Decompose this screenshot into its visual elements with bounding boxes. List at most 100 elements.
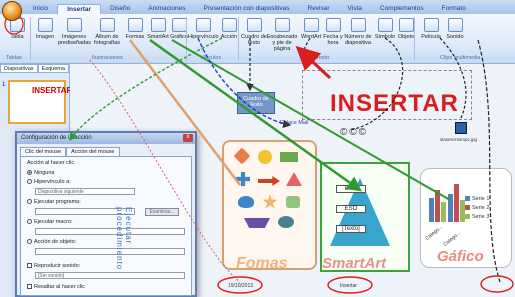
- header-footer-button[interactable]: Encabezado y pie de página: [266, 18, 298, 52]
- image-icon: [37, 18, 53, 32]
- star-icon: [221, 18, 237, 32]
- section-label: Acción al hacer clic: [27, 160, 75, 166]
- picture[interactable]: [455, 122, 467, 134]
- vertical-annotation: Ejecutar procedimiento: [115, 207, 133, 271]
- shapes-label: Fomas: [236, 255, 288, 272]
- tab-diapositivas[interactable]: Diapositivas: [0, 64, 38, 73]
- option-run-macro[interactable]: Ejecutar macro:: [27, 219, 73, 225]
- film-icon: [423, 18, 439, 32]
- action-settings-dialog: Configuración de la acción x Clic del mo…: [15, 131, 197, 297]
- hash-icon: [350, 18, 366, 32]
- group-tablas: Tablas: [6, 55, 22, 61]
- hyperlink-button[interactable]: Hipervínculo: [188, 18, 219, 40]
- smartart-icon: [150, 18, 166, 32]
- picture-caption: slasetcmnimpc.jpg: [440, 137, 478, 142]
- chart-label: Gáfico: [437, 248, 484, 265]
- tab-esquema[interactable]: Esquema: [37, 64, 69, 73]
- photo-album-icon: [99, 18, 115, 32]
- pyramid-label-1: BTO: [336, 185, 366, 193]
- sound-select[interactable]: [Sin sonido]: [35, 272, 185, 279]
- separator: [186, 17, 187, 61]
- option-hyperlink[interactable]: Hipervínculo a:: [27, 179, 71, 185]
- highlight-checkbox[interactable]: Resaltar al hacer clic: [27, 284, 85, 290]
- bar: [429, 198, 434, 222]
- radio-icon: [27, 179, 32, 185]
- bar: [441, 202, 446, 222]
- dialog-title: Configuración de la acción: [17, 133, 195, 144]
- cloud-shape: [238, 196, 254, 208]
- hyperlink-select[interactable]: Diapositiva siguiente: [35, 188, 135, 195]
- legend-item: Serie 2: [465, 204, 489, 213]
- chart-legend: Serie 1 Serie 2 Serie 3: [465, 195, 489, 222]
- rect-shape: [280, 152, 298, 162]
- browse-button[interactable]: Examinar...: [145, 208, 179, 216]
- image-button[interactable]: Imagen: [32, 18, 58, 40]
- tab-mouse-over[interactable]: Acción del mouse: [66, 147, 120, 156]
- shapes-icon: [127, 18, 143, 32]
- radio-icon: [27, 199, 32, 205]
- object-action-select[interactable]: [35, 248, 185, 255]
- dialog-body: Acción al hacer clic Ninguna Hipervíncul…: [20, 156, 192, 296]
- legend-swatch: [465, 205, 470, 211]
- rounded-rect-shape: [286, 196, 300, 208]
- clipart-button[interactable]: Imágenes prediseñadas: [58, 18, 91, 46]
- calendar-icon: [325, 18, 341, 32]
- legend-swatch: [465, 196, 470, 202]
- pyramid-label-2: ESO: [336, 205, 366, 213]
- bar: [435, 190, 440, 222]
- pyramid-label-3: [Texto]: [336, 225, 366, 233]
- chart-icon: [171, 18, 187, 32]
- clipart-icon: [66, 18, 82, 32]
- footer-date: 19/10/2013: [228, 283, 254, 289]
- movie-button[interactable]: Película: [418, 18, 444, 40]
- object-icon: [398, 18, 414, 32]
- radio-icon: [27, 219, 32, 225]
- circle-shape: [258, 150, 272, 164]
- omega-icon: [377, 18, 393, 32]
- tab-mouse-click[interactable]: Clic del mouse: [20, 147, 67, 156]
- textbox-button[interactable]: Cuadro de texto: [241, 18, 267, 46]
- dialog-tabs: Clic del mouse Acción del mouse: [20, 147, 192, 156]
- header-footer-icon: [274, 18, 290, 32]
- option-run-program[interactable]: Ejecutar programa:: [27, 199, 81, 205]
- slide-title[interactable]: INSERTAR: [330, 90, 459, 118]
- play-sound-checkbox[interactable]: Reproducir sonido:: [27, 263, 80, 269]
- checkbox-icon: [27, 263, 32, 269]
- radio-icon: [27, 239, 32, 245]
- thumbnail-title: INSERTAR: [32, 86, 73, 95]
- close-button[interactable]: x: [183, 134, 193, 142]
- photo-album-button[interactable]: Álbum de fotografías: [92, 18, 122, 46]
- option-none[interactable]: Ninguna: [27, 170, 55, 176]
- footer-text: Insertar: [340, 283, 357, 289]
- group-clips: Clips multimedia: [440, 55, 481, 61]
- copyright-text: ©©©: [340, 127, 369, 138]
- slide-number: 1: [2, 82, 6, 88]
- separator: [414, 17, 415, 61]
- separator: [238, 17, 239, 61]
- wordart-icon: [303, 18, 319, 32]
- mail-link[interactable]: Enlace Mail: [280, 120, 308, 126]
- table-button[interactable]: Tabla: [4, 18, 30, 40]
- slide-thumbnail[interactable]: INSERTAR: [8, 80, 72, 124]
- bar: [454, 184, 459, 222]
- group-vinculos: Vínculos: [200, 55, 222, 61]
- textbox-shape[interactable]: Cuadro de Texto: [237, 92, 275, 114]
- textbox-icon: [246, 18, 262, 32]
- speaker-icon: [447, 18, 463, 32]
- object-button[interactable]: Objeto: [393, 18, 419, 40]
- pane-tabs: Diapositivas Esquema: [0, 64, 69, 73]
- chart-bars: [429, 184, 465, 222]
- globe-icon: [195, 18, 211, 32]
- legend-item: Serie 3: [465, 213, 489, 222]
- sound-button[interactable]: Sonido: [442, 18, 468, 40]
- slide-number-button[interactable]: Número de diapositiva: [343, 18, 373, 46]
- bar: [448, 194, 453, 222]
- group-ilustraciones: Ilustraciones: [92, 55, 123, 61]
- radio-icon: [27, 170, 32, 176]
- option-object-action[interactable]: Acción de objeto:: [27, 239, 76, 245]
- smartart-label: SmartArt: [322, 255, 387, 272]
- office-button[interactable]: [2, 1, 22, 21]
- macro-select[interactable]: [35, 228, 185, 235]
- legend-item: Serie 1: [465, 195, 489, 204]
- legend-swatch: [465, 214, 470, 220]
